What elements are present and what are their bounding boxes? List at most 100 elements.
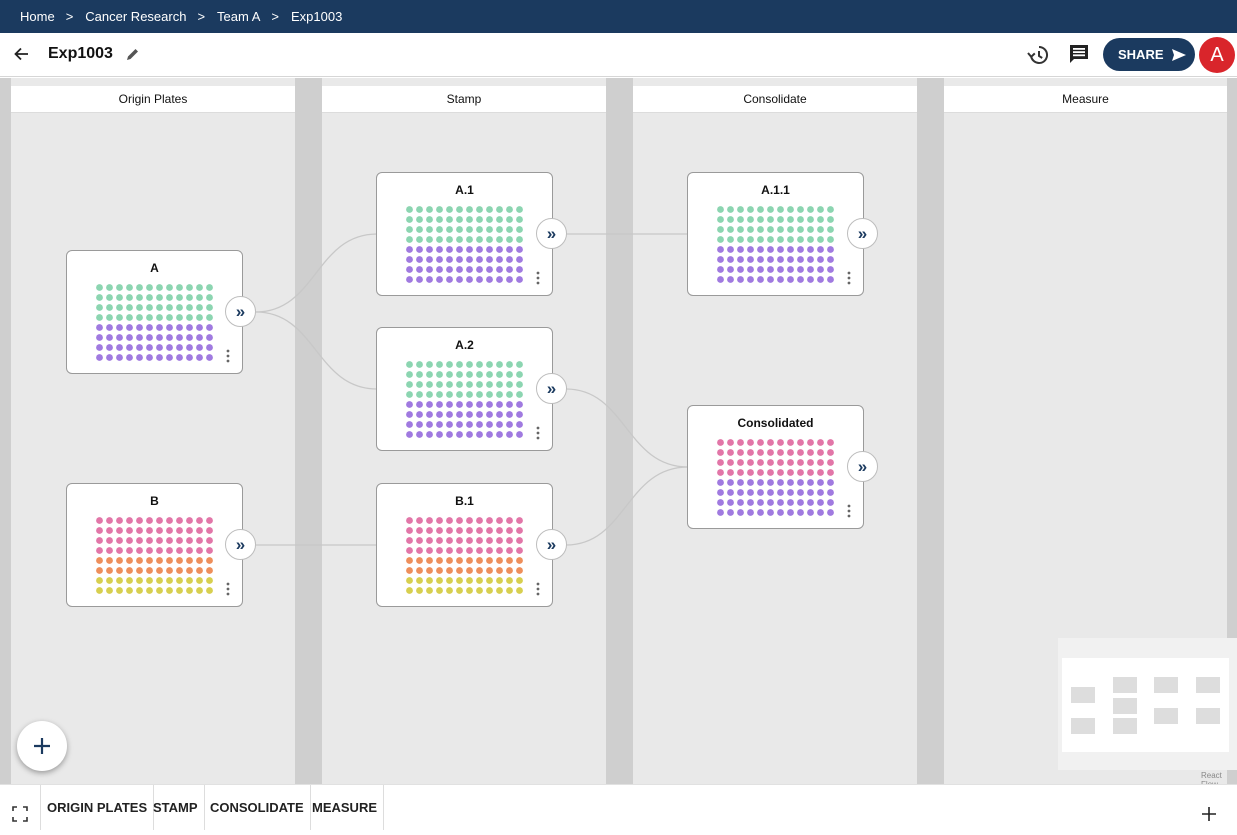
- well: [496, 431, 503, 438]
- breadcrumb-team[interactable]: Team A: [217, 9, 260, 24]
- well: [106, 314, 113, 321]
- well: [426, 266, 433, 273]
- add-tab-icon[interactable]: [1200, 805, 1218, 823]
- pencil-icon[interactable]: [125, 47, 140, 62]
- well: [456, 371, 463, 378]
- well: [136, 354, 143, 361]
- well: [196, 334, 203, 341]
- well: [176, 587, 183, 594]
- well: [206, 344, 213, 351]
- well: [516, 577, 523, 584]
- plate-node-a2[interactable]: A.2: [376, 327, 553, 451]
- well: [426, 371, 433, 378]
- well: [446, 411, 453, 418]
- well: [767, 509, 774, 516]
- well: [727, 216, 734, 223]
- well: [516, 527, 523, 534]
- well: [486, 256, 493, 263]
- back-arrow-icon[interactable]: [12, 44, 32, 64]
- well: [446, 381, 453, 388]
- kebab-icon[interactable]: [536, 582, 540, 596]
- well: [176, 537, 183, 544]
- well: [737, 266, 744, 273]
- well: [456, 381, 463, 388]
- well: [466, 391, 473, 398]
- minimap[interactable]: [1058, 638, 1237, 770]
- well: [456, 216, 463, 223]
- well: [476, 246, 483, 253]
- well: [176, 294, 183, 301]
- add-plate-button[interactable]: [17, 721, 67, 771]
- well: [496, 276, 503, 283]
- well: [196, 537, 203, 544]
- well: [767, 489, 774, 496]
- well: [406, 547, 413, 554]
- well: [436, 567, 443, 574]
- well: [797, 449, 804, 456]
- well: [516, 246, 523, 253]
- well: [827, 469, 834, 476]
- well: [476, 517, 483, 524]
- well: [516, 361, 523, 368]
- breadcrumb-home[interactable]: Home: [20, 9, 55, 24]
- breadcrumb-project[interactable]: Cancer Research: [85, 9, 186, 24]
- plate-node-a1[interactable]: A.1: [376, 172, 553, 296]
- tab-measure[interactable]: MEASURE: [306, 785, 385, 830]
- expand-button[interactable]: »: [847, 218, 878, 249]
- plate-node-consolidated[interactable]: Consolidated: [687, 405, 864, 529]
- well: [466, 401, 473, 408]
- well: [186, 557, 193, 564]
- expand-button[interactable]: »: [847, 451, 878, 482]
- well: [136, 557, 143, 564]
- well: [807, 246, 814, 253]
- well: [126, 344, 133, 351]
- well: [146, 304, 153, 311]
- well: [737, 256, 744, 263]
- kebab-icon[interactable]: [226, 349, 230, 363]
- well: [466, 246, 473, 253]
- share-button[interactable]: SHARE: [1103, 38, 1195, 71]
- well: [126, 537, 133, 544]
- history-icon[interactable]: [1026, 43, 1050, 67]
- avatar[interactable]: A: [1199, 37, 1235, 73]
- well: [777, 266, 784, 273]
- tab-stamp[interactable]: STAMP: [147, 785, 205, 830]
- well: [186, 577, 193, 584]
- well: [156, 344, 163, 351]
- well: [797, 489, 804, 496]
- fit-view-icon[interactable]: [11, 805, 29, 823]
- plate-node-b1[interactable]: B.1: [376, 483, 553, 607]
- well: [827, 449, 834, 456]
- comment-icon[interactable]: [1068, 43, 1090, 65]
- kebab-icon[interactable]: [847, 504, 851, 518]
- plate-node-b[interactable]: B: [66, 483, 243, 607]
- well: [787, 206, 794, 213]
- kebab-icon[interactable]: [847, 271, 851, 285]
- minimap-attribution[interactable]: React Flow: [1201, 771, 1237, 784]
- well: [496, 587, 503, 594]
- flow-canvas[interactable]: Origin Plates Stamp Consolidate Measure …: [0, 78, 1237, 784]
- well: [797, 206, 804, 213]
- well: [426, 517, 433, 524]
- well: [787, 439, 794, 446]
- tab-origin-plates[interactable]: ORIGIN PLATES: [40, 785, 155, 830]
- plate-node-a11[interactable]: A.1.1: [687, 172, 864, 296]
- expand-button[interactable]: »: [536, 373, 567, 404]
- expand-button[interactable]: »: [225, 529, 256, 560]
- plate-node-a[interactable]: A: [66, 250, 243, 374]
- well: [136, 577, 143, 584]
- well: [126, 527, 133, 534]
- kebab-icon[interactable]: [226, 582, 230, 596]
- expand-button[interactable]: »: [536, 218, 567, 249]
- well: [827, 206, 834, 213]
- well: [827, 256, 834, 263]
- expand-button[interactable]: »: [536, 529, 567, 560]
- well: [406, 226, 413, 233]
- well: [416, 236, 423, 243]
- tab-consolidate[interactable]: CONSOLIDATE: [204, 785, 311, 830]
- kebab-icon[interactable]: [536, 426, 540, 440]
- well: [506, 527, 513, 534]
- well: [496, 577, 503, 584]
- expand-button[interactable]: »: [225, 296, 256, 327]
- kebab-icon[interactable]: [536, 271, 540, 285]
